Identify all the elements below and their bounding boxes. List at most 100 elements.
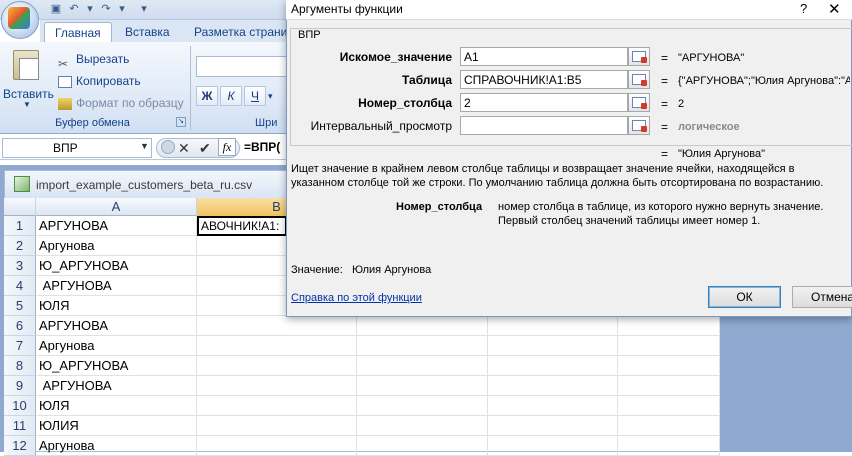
cell-empty[interactable]: [488, 376, 618, 396]
cell-empty[interactable]: [488, 316, 618, 336]
cell-a[interactable]: ЮЛИЯ: [36, 416, 197, 436]
cancel-x-icon[interactable]: ✕: [178, 138, 190, 158]
cell-empty[interactable]: [197, 316, 357, 336]
italic-button[interactable]: К: [220, 86, 242, 106]
collapse-dialog-icon: [632, 120, 647, 132]
cell-empty[interactable]: [488, 396, 618, 416]
tab-insert[interactable]: Вставка: [115, 22, 180, 43]
name-box[interactable]: ВПР: [2, 138, 152, 158]
arg-input-table[interactable]: [460, 70, 628, 89]
enter-check-icon[interactable]: ✔: [199, 138, 211, 158]
format-painter-button[interactable]: Формат по образцу: [58, 93, 184, 113]
cell-a[interactable]: Ю_АРГУНОВА: [36, 356, 197, 376]
copy-button[interactable]: Копировать: [58, 71, 141, 91]
cell-empty[interactable]: [197, 376, 357, 396]
select-all-corner[interactable]: [4, 198, 36, 216]
row-header[interactable]: 11: [4, 416, 36, 436]
cell-empty[interactable]: [197, 336, 357, 356]
insert-function-button[interactable]: fx: [218, 138, 236, 156]
cell-empty[interactable]: [357, 396, 488, 416]
table-row: 6 АРГУНОВА: [4, 316, 720, 336]
cell-empty[interactable]: [618, 416, 720, 436]
cell-empty[interactable]: [357, 356, 488, 376]
cell-empty[interactable]: [488, 436, 618, 456]
row-header[interactable]: 3: [4, 256, 36, 276]
redo-dropdown-icon[interactable]: ▾: [114, 2, 130, 16]
dialog-help-button[interactable]: ?: [800, 1, 807, 16]
bold-button[interactable]: Ж: [196, 86, 218, 106]
row-header[interactable]: 7: [4, 336, 36, 356]
collapse-dialog-icon: [632, 97, 647, 109]
office-logo-icon: [8, 7, 30, 29]
row-header[interactable]: 4: [4, 276, 36, 296]
cell-a[interactable]: АРГУНОВА: [36, 376, 197, 396]
underline-dropdown-icon[interactable]: ▾: [268, 86, 282, 106]
cell-empty[interactable]: [357, 416, 488, 436]
undo-dropdown-icon[interactable]: ▾: [82, 2, 98, 16]
active-cell-b1[interactable]: АВОЧНИК!A1:: [197, 216, 287, 236]
arg-ref-button-range-lookup[interactable]: [628, 116, 650, 135]
row-header[interactable]: 5: [4, 296, 36, 316]
cell-a[interactable]: Ю_АРГУНОВА: [36, 256, 197, 276]
cell-empty[interactable]: [618, 336, 720, 356]
cell-empty[interactable]: [357, 376, 488, 396]
arg-ref-button-lookup-value[interactable]: [628, 47, 650, 66]
formula-input[interactable]: =ВПР(: [244, 140, 280, 154]
cell-empty[interactable]: [197, 356, 357, 376]
cell-a[interactable]: Аргунова: [36, 436, 197, 456]
cell-a[interactable]: ЮЛЯ: [36, 296, 197, 316]
cell-empty[interactable]: [488, 416, 618, 436]
cell-a[interactable]: Аргунова: [36, 236, 197, 256]
cell-empty[interactable]: [357, 436, 488, 456]
column-header-a[interactable]: A: [36, 198, 197, 216]
save-icon[interactable]: ▣: [48, 2, 64, 16]
cell-empty[interactable]: [197, 416, 357, 436]
paste-button[interactable]: Вставить ▼: [3, 46, 54, 114]
dialog-close-button[interactable]: ✕: [828, 0, 841, 18]
cell-a[interactable]: АРГУНОВА: [36, 276, 197, 296]
cell-empty[interactable]: [618, 316, 720, 336]
row-header[interactable]: 8: [4, 356, 36, 376]
cell-empty[interactable]: [357, 316, 488, 336]
help-on-function-link[interactable]: Справка по этой функции: [291, 292, 422, 304]
row-header[interactable]: 10: [4, 396, 36, 416]
cancel-button[interactable]: Отмена: [792, 286, 852, 308]
arg-input-lookup-value[interactable]: [460, 47, 628, 66]
namebox-dropdown-icon[interactable]: ▼: [140, 141, 149, 151]
cell-empty[interactable]: [357, 336, 488, 356]
row-header[interactable]: 6: [4, 316, 36, 336]
cell-a[interactable]: Аргунова: [36, 336, 197, 356]
cut-button[interactable]: ✂ Вырезать: [58, 49, 129, 71]
cell-empty[interactable]: [618, 356, 720, 376]
tab-page-layout[interactable]: Разметка страни: [184, 22, 297, 43]
arg-input-col-index[interactable]: [460, 93, 628, 112]
arg-label-col-index: Номер_столбца: [358, 96, 452, 110]
arg-ref-button-table[interactable]: [628, 70, 650, 89]
cell-empty[interactable]: [197, 436, 357, 456]
font-name-combo[interactable]: [196, 56, 291, 77]
row-header[interactable]: 12: [4, 436, 36, 456]
cell-a[interactable]: АРГУНОВА: [36, 216, 197, 236]
undo-icon[interactable]: ↶: [66, 2, 82, 16]
row-header[interactable]: 2: [4, 236, 36, 256]
dialog-launcher-icon[interactable]: ↘: [176, 117, 186, 127]
redo-icon[interactable]: ↷: [98, 2, 114, 16]
arg-label-range-lookup: Интервальный_просмотр: [310, 119, 452, 133]
cell-empty[interactable]: [618, 376, 720, 396]
arg-ref-button-col-index[interactable]: [628, 93, 650, 112]
cell-empty[interactable]: [488, 336, 618, 356]
value-label: Значение:: [291, 264, 343, 276]
cell-a[interactable]: АРГУНОВА: [36, 316, 197, 336]
row-header[interactable]: 1: [4, 216, 36, 236]
cell-empty[interactable]: [488, 356, 618, 376]
tab-home[interactable]: Главная: [44, 22, 112, 43]
ok-button[interactable]: ОК: [708, 286, 781, 308]
arg-input-range-lookup[interactable]: [460, 116, 628, 135]
underline-button[interactable]: Ч: [244, 86, 266, 106]
cell-empty[interactable]: [197, 396, 357, 416]
qat-customize-icon[interactable]: ▾: [136, 2, 152, 16]
cell-empty[interactable]: [618, 436, 720, 456]
row-header[interactable]: 9: [4, 376, 36, 396]
cell-empty[interactable]: [618, 396, 720, 416]
cell-a[interactable]: ЮЛЯ: [36, 396, 197, 416]
